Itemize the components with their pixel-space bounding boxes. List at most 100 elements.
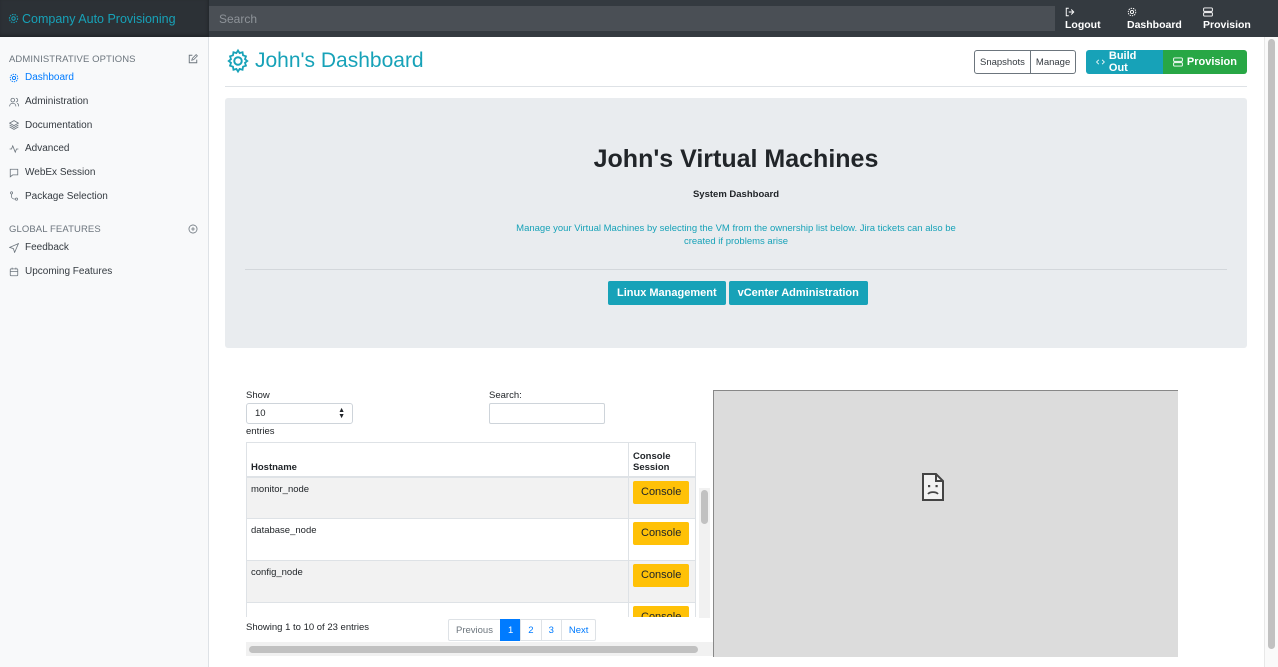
sidebar-item-dashboard[interactable]: Dashboard [0, 66, 208, 90]
layers-icon [9, 120, 19, 131]
table-info: Showing 1 to 10 of 23 entries [246, 622, 370, 633]
activity-icon [9, 144, 19, 154]
git-branch-icon [10, 191, 18, 201]
console-button[interactable]: Console [633, 606, 690, 617]
pagination-page-1[interactable]: 1 [499, 619, 522, 641]
gear-icon [8, 13, 19, 24]
divider [245, 269, 1227, 270]
sidebar-item-label: WebEx Session [25, 167, 96, 179]
calendar-icon [9, 267, 19, 276]
hostname-cell: monitor_node [246, 475, 629, 519]
page-header: John's Dashboard Snapshots Manage Build … [225, 47, 1247, 87]
sidebar-item-label: Feedback [25, 242, 69, 254]
sidebar-heading-label: ADMINISTRATIVE OPTIONS [9, 53, 136, 65]
table-search-input[interactable] [489, 403, 605, 424]
jumbotron-subheading: System Dashboard [692, 189, 780, 200]
gear-icon [1127, 7, 1137, 17]
scrollbar-thumb[interactable] [249, 646, 698, 653]
top-nav-links: Logout Dashboard Provision [1055, 0, 1263, 37]
pagination: Previous 1 2 3 Next [448, 619, 597, 641]
linux-management-button[interactable]: Linux Management [608, 281, 726, 305]
console-cell: Console [628, 602, 696, 617]
column-header-hostname[interactable]: Hostname [246, 442, 629, 477]
table-search-label: Search: [489, 390, 522, 401]
console-cell: Console [628, 560, 696, 603]
logout-link[interactable]: Logout [1055, 0, 1117, 37]
dashboard-link[interactable]: Dashboard [1117, 0, 1193, 37]
console-button[interactable]: Console [633, 564, 690, 587]
table-horizontal-scrollbar[interactable] [246, 642, 713, 656]
plus-circle-icon[interactable] [188, 224, 198, 234]
jumbotron-buttons: Linux Management vCenter Administration [608, 281, 871, 305]
gear-icon [227, 48, 249, 74]
snapshots-button[interactable]: Snapshots [974, 50, 1031, 74]
pagination-previous[interactable]: Previous [448, 619, 501, 641]
jumbotron-heading: John's Virtual Machines [593, 145, 879, 173]
scrollbar-thumb[interactable] [1268, 39, 1275, 649]
sidebar-item-administration[interactable]: Administration [0, 90, 208, 114]
provision-link[interactable]: Provision [1193, 0, 1263, 37]
sidebar-item-documentation[interactable]: Documentation [0, 113, 208, 137]
sidebar-item-webex-session[interactable]: WebEx Session [0, 161, 208, 185]
sidebar-item-upcoming-features[interactable]: Upcoming Features [0, 260, 208, 284]
console-cell: Console [628, 475, 696, 519]
sidebar-item-advanced[interactable]: Advanced [0, 137, 208, 161]
hostname-cell: database_node [246, 518, 629, 561]
entries-label: entries [246, 426, 275, 437]
send-icon [9, 242, 19, 253]
console-cell: Console [628, 518, 696, 561]
jumbotron: John's Virtual Machines System Dashboard… [225, 98, 1247, 348]
manage-button[interactable]: Manage [1030, 50, 1077, 74]
brand-link[interactable]: Company Auto Provisioning [0, 0, 209, 37]
sidebar: ADMINISTRATIVE OPTIONS Dashboard Adminis… [0, 37, 209, 667]
build-out-button[interactable]: Build Out [1086, 50, 1163, 74]
sidebar-item-label: Upcoming Features [25, 266, 113, 278]
scrollbar-thumb[interactable] [701, 490, 708, 524]
sidebar-item-label: Package Selection [25, 190, 108, 202]
entries-length-value: 10 [255, 408, 266, 419]
broken-page-icon [922, 473, 944, 501]
sidebar-item-label: Advanced [25, 143, 70, 155]
console-button[interactable]: Console [633, 480, 690, 504]
console-frame[interactable] [713, 390, 1178, 657]
sidebar-item-feedback[interactable]: Feedback [0, 236, 208, 260]
search-input[interactable] [209, 6, 1055, 31]
column-header-console-session[interactable]: Console Session [628, 442, 696, 477]
table-header-row: Hostname Console Session [246, 442, 696, 477]
snapshot-manage-group: Snapshots Manage [974, 50, 1077, 74]
pagination-next[interactable]: Next [560, 619, 597, 641]
vcenter-administration-button[interactable]: vCenter Administration [728, 281, 868, 305]
sidebar-item-package-selection[interactable]: Package Selection [0, 184, 208, 208]
build-provision-group: Build Out Provision [1086, 50, 1247, 74]
sidebar-item-label: Administration [25, 96, 89, 108]
table-row: config_node Console [246, 560, 696, 603]
server-icon [1203, 7, 1213, 17]
hostname-cell: config_node [246, 560, 629, 603]
sidebar-item-label: Documentation [25, 119, 93, 131]
table-scroll-body[interactable]: Hostname Console Session monitor_node Co… [246, 442, 696, 617]
entries-length-select[interactable]: 10 ▲ ▼ [246, 403, 353, 424]
provision-label: Provision [1203, 19, 1251, 31]
table-row: monitor_node Console [246, 475, 696, 519]
edit-icon[interactable] [188, 54, 198, 64]
pagination-page-2[interactable]: 2 [520, 619, 542, 641]
provision-button[interactable]: Provision [1162, 50, 1247, 74]
table-vertical-scrollbar[interactable] [699, 488, 710, 618]
jumbotron-lead: Manage your Virtual Machines by selectin… [516, 223, 956, 247]
provision-label: Provision [1186, 56, 1237, 68]
page-title: John's Dashboard [225, 47, 424, 75]
brand-name: Company Auto Provisioning [22, 11, 176, 26]
sidebar-heading-admin: ADMINISTRATIVE OPTIONS [0, 52, 208, 66]
sidebar-item-label: Dashboard [25, 72, 74, 84]
pagination-page-3[interactable]: 3 [540, 619, 562, 641]
page-title-text: John's Dashboard [255, 49, 424, 72]
gear-icon [9, 73, 19, 83]
vm-table: Hostname Console Session monitor_node Co… [246, 442, 696, 617]
console-button[interactable]: Console [633, 522, 690, 545]
build-out-label: Build Out [1108, 50, 1137, 74]
page-vertical-scrollbar[interactable] [1264, 37, 1278, 667]
users-icon [9, 97, 19, 106]
dashboard-label: Dashboard [1127, 19, 1182, 31]
logout-icon [1065, 7, 1075, 17]
main-content: John's Dashboard Snapshots Manage Build … [209, 37, 1264, 667]
